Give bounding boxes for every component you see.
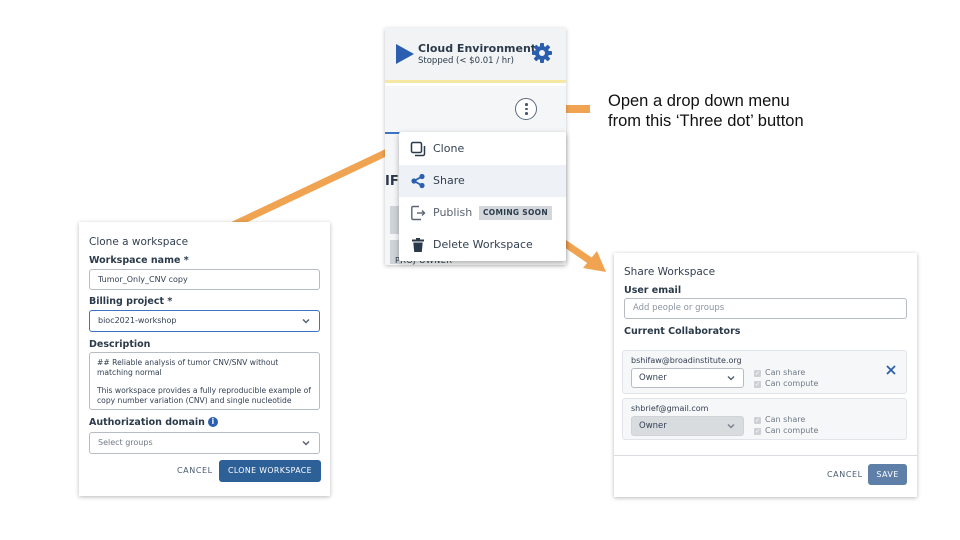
chevron-down-icon [302, 440, 310, 446]
three-dot-menu-button[interactable] [515, 98, 537, 120]
cloud-environment-status: Stopped (< $0.01 / hr) [418, 56, 514, 66]
cancel-button[interactable]: CANCEL [177, 466, 213, 475]
workspace-actions-menu: Clone Share Publish COMING SOON Delete W… [399, 132, 566, 261]
billing-project-select[interactable]: bioc2021-workshop [89, 310, 320, 332]
background-heading: IF [385, 174, 399, 189]
billing-project-label: Billing project * [89, 296, 173, 307]
authorization-domain-label: Authorization domain i [89, 417, 218, 428]
description-textarea[interactable]: ## Reliable analysis of tumor CNV/SNV wi… [89, 352, 320, 410]
description-text: This workspace provides a fully reproduc… [97, 386, 311, 405]
menu-item-delete-workspace[interactable]: Delete Workspace [399, 229, 566, 261]
menu-item-share[interactable]: Share [399, 165, 566, 197]
current-collaborators-label: Current Collaborators [624, 326, 741, 337]
divider [614, 455, 917, 456]
collaborator-email: shbrief@gmail.com [631, 404, 709, 413]
save-button[interactable]: SAVE [868, 464, 907, 485]
dialog-title: Share Workspace [624, 266, 716, 278]
can-compute-checkbox: ✓ Can compute [754, 426, 818, 435]
can-share-label: Can share [765, 415, 806, 424]
clone-workspace-button[interactable]: CLONE WORKSPACE [219, 460, 321, 482]
description-text: ## Reliable analysis of tumor CNV/SNV wi… [97, 358, 279, 377]
workspace-name-input[interactable]: Tumor_Only_CNV copy [89, 269, 320, 290]
collaborator-email: bshifaw@broadinstitute.org [631, 356, 742, 365]
checkbox-icon: ✓ [754, 370, 761, 377]
user-email-input[interactable]: Add people or groups [624, 298, 907, 319]
menu-item-label: Share [433, 174, 465, 187]
dot-icon [525, 103, 528, 106]
clone-icon [410, 141, 426, 157]
can-share-checkbox: ✓ Can share [754, 415, 805, 424]
share-workspace-dialog: Share Workspace User email Add people or… [614, 253, 917, 497]
collaborator-card: bshifaw@broadinstitute.org Owner ✓ Can sh… [622, 350, 907, 394]
chevron-down-icon [727, 423, 735, 429]
billing-project-value: bioc2021-workshop [98, 316, 177, 325]
info-icon[interactable]: i [207, 417, 218, 427]
menu-item-label: Delete Workspace [433, 238, 533, 251]
checkbox-icon: ✓ [754, 428, 761, 435]
cancel-button[interactable]: CANCEL [827, 470, 863, 479]
menu-item-publish: Publish COMING SOON [399, 197, 566, 229]
role-select[interactable]: Owner [631, 368, 744, 388]
checkbox-icon: ✓ [754, 417, 761, 424]
publish-icon [411, 205, 426, 221]
role-value: Owner [639, 421, 667, 431]
can-compute-label: Can compute [765, 379, 819, 388]
share-icon [411, 173, 425, 189]
authorization-domain-label-text: Authorization domain [89, 417, 205, 428]
annotation-text: Open a drop down menu from this ‘Three d… [608, 91, 804, 131]
dot-icon [525, 107, 528, 111]
user-email-label: User email [624, 285, 682, 296]
menu-item-clone[interactable]: Clone [399, 133, 566, 165]
can-compute-label: Can compute [765, 426, 819, 435]
dot-icon [525, 112, 528, 115]
dialog-title: Clone a workspace [89, 236, 189, 248]
workspace-name-label: Workspace name * [89, 255, 189, 266]
trash-icon [412, 238, 424, 252]
role-value: Owner [639, 373, 667, 383]
checkbox-icon: ✓ [754, 381, 761, 388]
annotation-line: from this ‘Three dot’ button [608, 112, 804, 130]
coming-soon-badge: COMING SOON [479, 206, 552, 220]
cloud-environment-bar[interactable]: Cloud Environment Stopped (< $0.01 / hr) [385, 28, 566, 83]
authorization-domain-placeholder: Select groups [98, 438, 153, 447]
chevron-down-icon [727, 375, 735, 381]
role-select: Owner [631, 416, 744, 436]
annotation-line: Open a drop down menu [608, 92, 790, 110]
clone-workspace-dialog: Clone a workspace Workspace name * Tumor… [79, 222, 330, 496]
remove-collaborator-icon[interactable] [885, 364, 897, 376]
menu-item-label: Publish [433, 206, 473, 219]
can-compute-checkbox[interactable]: ✓ Can compute [754, 379, 818, 388]
cloud-environment-title: Cloud Environment [418, 42, 537, 55]
collaborator-card: shbrief@gmail.com Owner ✓ Can share ✓ Can … [622, 398, 907, 440]
can-share-label: Can share [765, 368, 806, 377]
chevron-down-icon [302, 318, 310, 324]
gear-icon[interactable] [531, 42, 553, 64]
description-label: Description [89, 339, 151, 350]
authorization-domain-select[interactable]: Select groups [89, 432, 320, 454]
menu-item-label: Clone [433, 142, 465, 155]
can-share-checkbox[interactable]: ✓ Can share [754, 368, 805, 377]
play-icon[interactable] [395, 43, 415, 65]
